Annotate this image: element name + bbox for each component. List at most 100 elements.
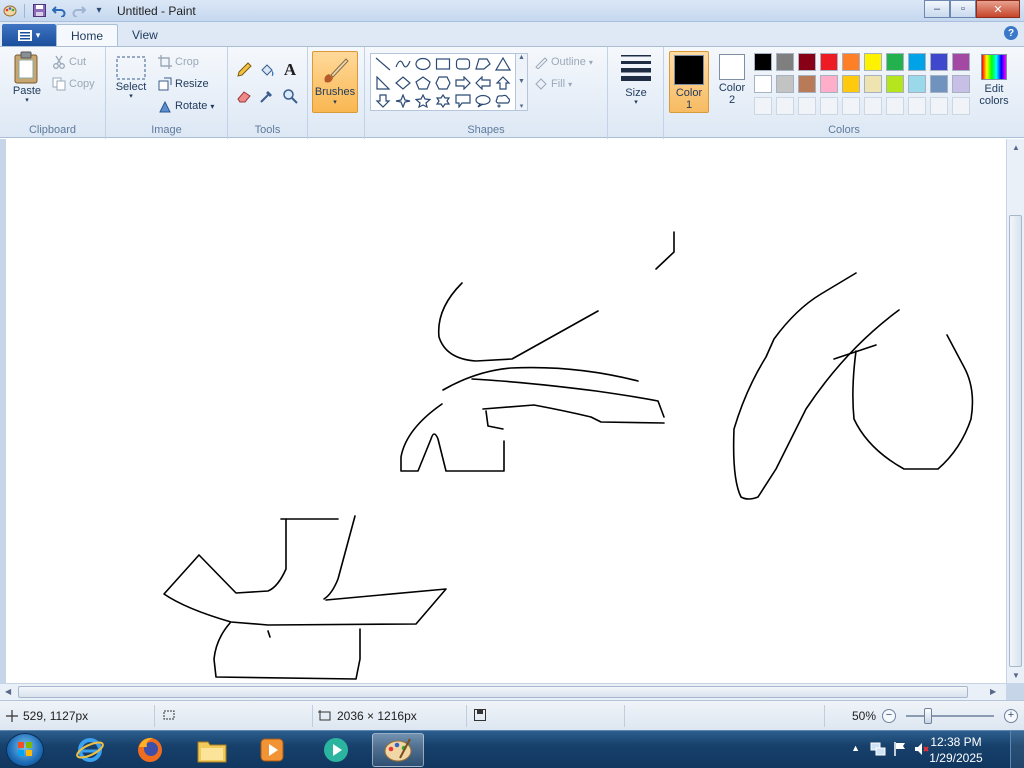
palette-swatch[interactable] xyxy=(820,75,838,93)
palette-custom-slot[interactable] xyxy=(930,97,948,115)
polygon-shape-icon[interactable] xyxy=(473,55,493,73)
palette-swatch[interactable] xyxy=(842,53,860,71)
redo-icon[interactable] xyxy=(71,3,87,19)
oval-callout-shape-icon[interactable] xyxy=(473,92,493,110)
vertical-scrollbar[interactable]: ▲ ▼ xyxy=(1006,139,1024,683)
fill-bucket-icon[interactable] xyxy=(256,59,278,81)
brushes-button[interactable]: Brushes ▾ xyxy=(312,51,358,113)
palette-swatch[interactable] xyxy=(776,53,794,71)
rect-callout-shape-icon[interactable] xyxy=(453,92,473,110)
palette-custom-slot[interactable] xyxy=(908,97,926,115)
internet-explorer-icon[interactable] xyxy=(64,733,116,767)
diamond-shape-icon[interactable] xyxy=(393,74,413,92)
palette-swatch[interactable] xyxy=(798,53,816,71)
hexagon-shape-icon[interactable] xyxy=(433,74,453,92)
zoom-out-button[interactable]: − xyxy=(882,709,896,723)
network-icon[interactable] xyxy=(870,741,886,760)
copy-button[interactable]: Copy xyxy=(52,75,95,93)
palette-swatch[interactable] xyxy=(930,53,948,71)
zoom-slider-thumb[interactable] xyxy=(924,708,932,724)
up-arrow-shape-icon[interactable] xyxy=(493,74,513,92)
left-arrow-shape-icon[interactable] xyxy=(473,74,493,92)
zoom-slider-track[interactable] xyxy=(906,715,994,717)
palette-custom-slot[interactable] xyxy=(886,97,904,115)
rotate-button[interactable]: Rotate ▾ xyxy=(158,97,214,115)
palette-swatch[interactable] xyxy=(864,75,882,93)
crop-button[interactable]: Crop xyxy=(158,53,199,71)
file-explorer-icon[interactable] xyxy=(186,733,238,767)
line-shape-icon[interactable] xyxy=(373,55,393,73)
help-icon[interactable]: ? xyxy=(1004,26,1018,40)
palette-swatch[interactable] xyxy=(754,75,772,93)
right-arrow-shape-icon[interactable] xyxy=(453,74,473,92)
customize-qat-icon[interactable]: ▾ xyxy=(91,3,107,19)
palette-custom-slot[interactable] xyxy=(864,97,882,115)
palette-swatch[interactable] xyxy=(952,53,970,71)
undo-icon[interactable] xyxy=(51,3,67,19)
palette-custom-slot[interactable] xyxy=(776,97,794,115)
resize-button[interactable]: Resize xyxy=(158,75,209,93)
action-center-flag-icon[interactable] xyxy=(892,741,908,760)
four-point-star-shape-icon[interactable] xyxy=(393,92,413,110)
triangle-shape-icon[interactable] xyxy=(493,55,513,73)
close-button[interactable]: ✕ xyxy=(976,0,1020,18)
scroll-down-icon[interactable]: ▼ xyxy=(518,78,525,85)
scroll-up-icon[interactable]: ▲ xyxy=(518,54,525,61)
down-arrow-shape-icon[interactable] xyxy=(373,92,393,110)
show-desktop-button[interactable] xyxy=(1010,731,1024,768)
palette-swatch[interactable] xyxy=(776,75,794,93)
drawing-canvas[interactable] xyxy=(6,139,1006,683)
magnifier-icon[interactable] xyxy=(279,85,301,107)
horizontal-scrollbar[interactable]: ◀ ▶ xyxy=(0,683,1006,700)
palette-swatch[interactable] xyxy=(908,75,926,93)
palette-swatch[interactable] xyxy=(908,53,926,71)
taskbar-clock[interactable]: 12:38 PM 1/29/2025 xyxy=(916,734,996,766)
color1-button[interactable]: Color 1 xyxy=(669,51,709,113)
size-button[interactable]: Size ▾ xyxy=(616,53,656,107)
palette-swatch[interactable] xyxy=(754,53,772,71)
palette-custom-slot[interactable] xyxy=(952,97,970,115)
palette-swatch[interactable] xyxy=(952,75,970,93)
minimize-button[interactable]: ‒ xyxy=(924,0,950,18)
maximize-button[interactable]: ▫ xyxy=(950,0,976,18)
vertical-scroll-thumb[interactable] xyxy=(1009,215,1022,667)
tab-view[interactable]: View xyxy=(118,24,172,46)
palette-swatch[interactable] xyxy=(930,75,948,93)
scroll-down-icon[interactable]: ▼ xyxy=(1012,671,1020,680)
palette-swatch[interactable] xyxy=(820,53,838,71)
six-point-star-shape-icon[interactable] xyxy=(433,92,453,110)
curve-shape-icon[interactable] xyxy=(393,55,413,73)
right-triangle-shape-icon[interactable] xyxy=(373,74,393,92)
rectangle-shape-icon[interactable] xyxy=(433,55,453,73)
media-player-icon[interactable] xyxy=(246,733,298,767)
rounded-rectangle-shape-icon[interactable] xyxy=(453,55,473,73)
scroll-left-icon[interactable]: ◀ xyxy=(5,687,11,696)
palette-custom-slot[interactable] xyxy=(842,97,860,115)
palette-custom-slot[interactable] xyxy=(820,97,838,115)
palette-swatch[interactable] xyxy=(798,75,816,93)
palette-custom-slot[interactable] xyxy=(798,97,816,115)
palette-swatch[interactable] xyxy=(842,75,860,93)
color2-button[interactable]: Color 2 xyxy=(712,51,752,113)
outline-button[interactable]: Outline ▾ xyxy=(534,53,593,71)
pencil-icon[interactable] xyxy=(233,59,255,81)
scroll-right-icon[interactable]: ▶ xyxy=(990,687,996,696)
select-button[interactable]: Select ▾ xyxy=(112,55,150,101)
tray-expand-icon[interactable]: ▲ xyxy=(851,743,860,753)
text-tool-icon[interactable]: A xyxy=(279,59,301,81)
zoom-in-button[interactable]: + xyxy=(1004,709,1018,723)
edit-colors-button[interactable]: Edit colors xyxy=(976,51,1012,113)
save-icon[interactable] xyxy=(31,3,47,19)
shapes-scrollbar[interactable]: ▲ ▼ ▾ xyxy=(516,53,528,111)
paste-button[interactable]: Paste ▾ xyxy=(8,51,46,105)
pentagon-shape-icon[interactable] xyxy=(413,74,433,92)
oval-shape-icon[interactable] xyxy=(413,55,433,73)
media-center-icon[interactable] xyxy=(310,733,362,767)
horizontal-scroll-thumb[interactable] xyxy=(18,686,968,698)
palette-swatch[interactable] xyxy=(864,53,882,71)
expand-gallery-icon[interactable]: ▾ xyxy=(520,102,524,110)
eraser-icon[interactable] xyxy=(233,85,255,107)
tab-home[interactable]: Home xyxy=(56,24,119,46)
fill-button[interactable]: Fill ▾ xyxy=(534,75,572,93)
five-point-star-shape-icon[interactable] xyxy=(413,92,433,110)
